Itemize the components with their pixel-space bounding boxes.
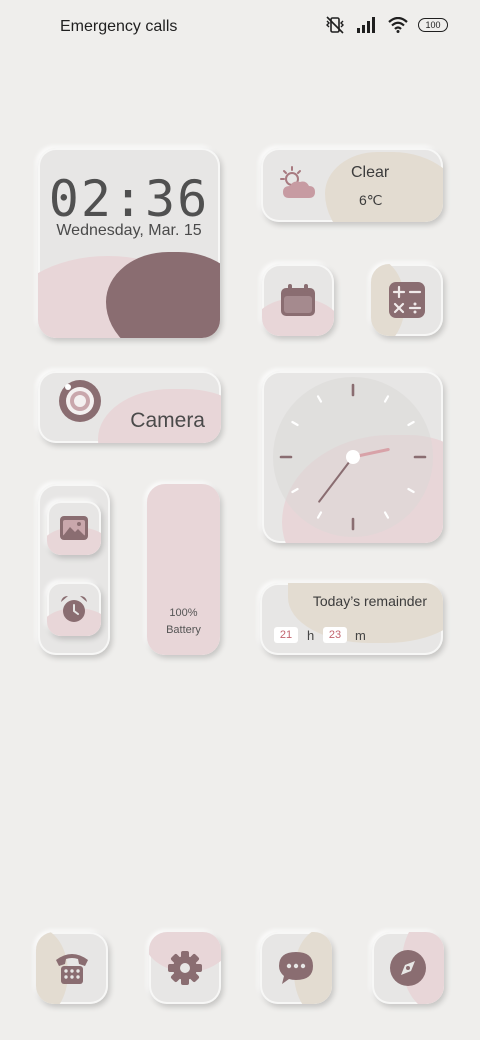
small-apps-column <box>38 484 110 655</box>
remainder-hours: 21 <box>274 627 298 643</box>
wifi-icon <box>388 17 408 33</box>
weather-widget[interactable]: Clear 6℃ <box>261 148 443 222</box>
alarm-app[interactable] <box>47 582 101 636</box>
status-bar: Emergency calls only 100 <box>0 0 480 56</box>
browser-app[interactable] <box>372 932 444 1004</box>
clock-widget[interactable]: 02:36 Wednesday, Mar. 15 <box>38 148 220 338</box>
status-text: Emergency calls only <box>60 18 182 35</box>
analog-clock-widget[interactable] <box>262 371 443 543</box>
remainder-title: Today’s remainder <box>312 593 427 609</box>
clock-date: Wednesday, Mar. 15 <box>56 222 202 239</box>
messages-icon <box>279 952 313 984</box>
partly-sunny-icon <box>280 166 315 198</box>
battery-widget[interactable]: 100% Battery <box>147 484 220 655</box>
decor-blob <box>325 152 443 222</box>
remainder-hours-unit: h <box>307 628 315 643</box>
phone-app[interactable] <box>36 932 108 1004</box>
clock-time: 02:36 <box>48 170 210 228</box>
gallery-icon <box>60 516 88 540</box>
messages-app[interactable] <box>260 932 332 1004</box>
phone-icon <box>56 954 88 984</box>
calendar-icon <box>281 284 315 316</box>
calendar-app[interactable] <box>262 264 334 336</box>
camera-lens-icon <box>59 380 101 422</box>
calculator-icon <box>389 282 425 318</box>
remainder-minutes: 23 <box>323 627 347 643</box>
remainder-minutes-unit: m <box>355 628 366 643</box>
weather-condition: Clear <box>351 164 390 181</box>
camera-widget[interactable]: Camera <box>38 371 221 443</box>
weather-temperature: 6℃ <box>359 192 383 208</box>
gallery-app[interactable] <box>47 501 101 555</box>
battery-percent: 100% <box>169 607 198 619</box>
camera-label: Camera <box>130 409 205 432</box>
battery-icon: 100 <box>418 18 448 32</box>
remainder-widget[interactable]: Today’s remainder 21 h 23 m <box>260 583 443 655</box>
settings-icon <box>168 951 202 985</box>
analog-clock-face <box>273 377 433 537</box>
settings-app[interactable] <box>149 932 221 1004</box>
status-icons: 100 <box>324 16 448 34</box>
alarm-clock-icon <box>61 596 87 622</box>
browser-icon <box>390 950 426 986</box>
battery-label: Battery <box>166 624 201 636</box>
vibrate-icon <box>326 16 344 34</box>
signal-icon <box>357 17 375 33</box>
calculator-app[interactable] <box>371 264 443 336</box>
